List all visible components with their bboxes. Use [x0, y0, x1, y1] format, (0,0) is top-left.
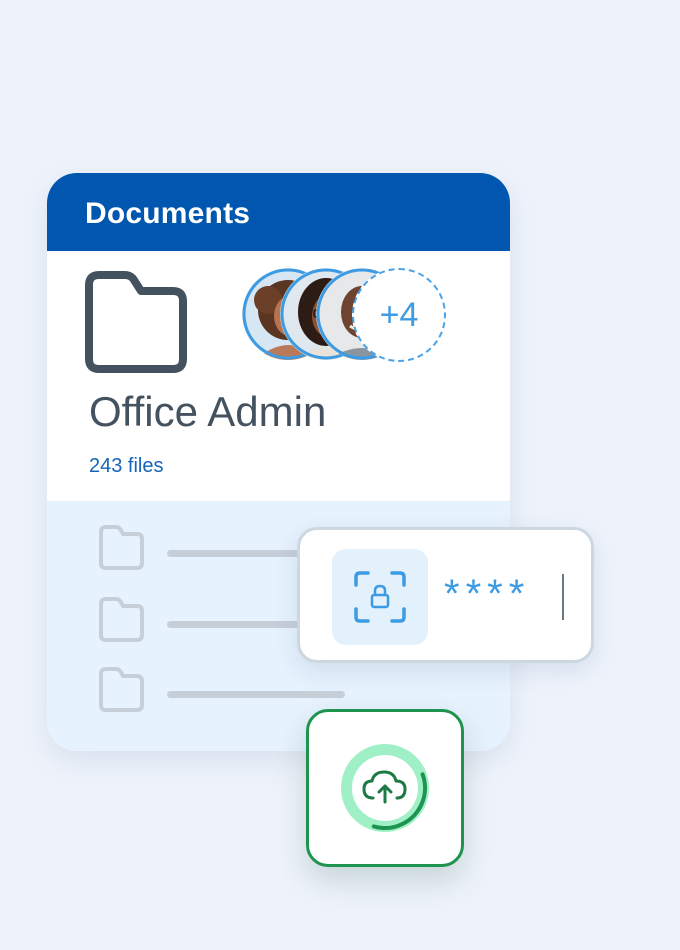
text-cursor	[562, 574, 564, 620]
password-masked-value[interactable]: ****	[444, 574, 530, 614]
more-members-badge[interactable]: +4	[352, 268, 446, 362]
folder-icon[interactable]	[97, 523, 145, 571]
file-row-line	[167, 550, 317, 557]
file-row-line	[167, 621, 317, 628]
file-row-line	[167, 691, 345, 698]
file-count: 243 files	[89, 455, 164, 477]
password-card[interactable]: ****	[297, 527, 594, 663]
face-id-lock-icon	[354, 571, 406, 623]
card-header: Documents	[47, 173, 510, 251]
member-avatars[interactable]: +4	[242, 268, 452, 368]
card-title: Documents	[85, 197, 251, 230]
folder-icon[interactable]	[81, 269, 187, 375]
page: { "documents_card": { "title": "Document…	[0, 0, 680, 950]
upload-progress[interactable]	[333, 736, 437, 840]
folder-name: Office Admin	[89, 388, 327, 435]
documents-card[interactable]: Documents +4 Office Admin 243 files	[47, 173, 510, 751]
folder-icon[interactable]	[97, 665, 145, 713]
face-id-lock-button[interactable]	[332, 549, 428, 645]
folder-icon[interactable]	[97, 595, 145, 643]
upload-card[interactable]	[306, 709, 464, 867]
